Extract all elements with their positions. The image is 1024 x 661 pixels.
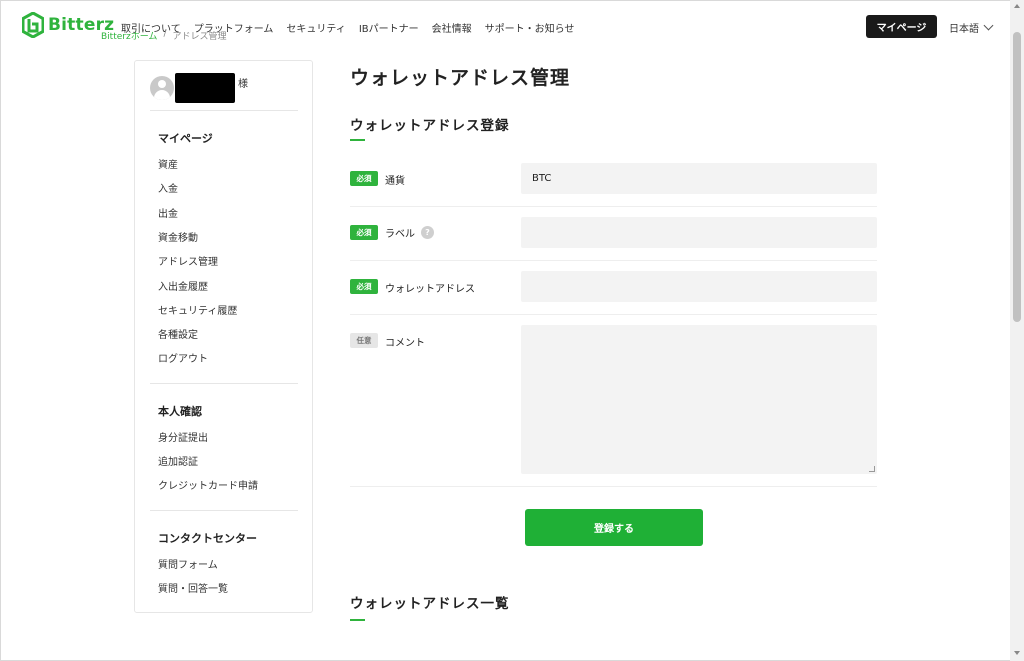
wallet-address-label-text: ウォレットアドレス (385, 284, 475, 295)
sidebar-item-withdraw[interactable]: 出金 (158, 205, 178, 220)
breadcrumb-current: アドレス管理 (172, 32, 227, 42)
language-label: 日本語 (949, 24, 979, 35)
required-badge: 必須 (350, 225, 378, 240)
breadcrumb-separator: / (163, 29, 167, 39)
currency-label-text: 通貨 (385, 176, 405, 187)
sidebar-section-contact: コンタクトセンター (158, 532, 257, 545)
page-scrollbar[interactable] (1010, 0, 1024, 661)
resize-handle-icon[interactable] (869, 466, 875, 472)
sidebar-item-settings[interactable]: 各種設定 (158, 326, 198, 341)
sidebar-item-security-history[interactable]: セキュリティ履歴 (158, 302, 237, 317)
required-badge: 必須 (350, 171, 378, 186)
row-divider (350, 486, 877, 487)
help-icon[interactable]: ? (421, 226, 434, 239)
breadcrumb-home-link[interactable]: Bitterzホーム (101, 29, 157, 42)
sidebar-item-qa-list[interactable]: 質問・回答一覧 (158, 580, 228, 595)
sidebar-item-credit-card[interactable]: クレジットカード申請 (158, 477, 258, 492)
sidebar-item-deposit[interactable]: 入金 (158, 180, 178, 195)
currency-row: 必須 通貨 BTC (350, 163, 877, 194)
nav-item-support[interactable]: サポート・お知らせ (485, 20, 575, 35)
row-divider (350, 206, 877, 207)
sidebar-item-logout[interactable]: ログアウト (158, 350, 208, 365)
sidebar-item-assets[interactable]: 資産 (158, 156, 178, 171)
language-selector[interactable]: 日本語 (949, 20, 994, 35)
user-info: 様 (150, 73, 300, 105)
section-accent (350, 619, 365, 621)
sidebar-item-transaction-history[interactable]: 入出金履歴 (158, 278, 208, 293)
currency-value: BTC (532, 173, 552, 184)
scroll-up-icon[interactable] (1014, 4, 1020, 8)
register-button[interactable]: 登録する (525, 509, 703, 546)
comment-textarea[interactable] (521, 325, 877, 474)
sidebar-section-identity: 本人確認 (158, 405, 202, 418)
site-header: Bitterz 取引について プラットフォーム セキュリティ IBパートナー 会… (0, 0, 1010, 52)
bitterz-logo-icon (22, 12, 44, 38)
nav-item-company[interactable]: 会社情報 (432, 20, 472, 35)
row-divider (350, 260, 877, 261)
row-divider (350, 314, 877, 315)
sidebar-divider (150, 510, 298, 511)
mypage-button[interactable]: マイページ (866, 15, 937, 38)
label-field-label-text: ラベル (385, 229, 415, 240)
page-title: ウォレットアドレス管理 (350, 67, 571, 89)
comment-label: コメント (385, 334, 425, 349)
section-accent (350, 139, 365, 141)
scroll-thumb[interactable] (1013, 32, 1021, 322)
label-input[interactable] (521, 217, 877, 248)
register-section-title: ウォレットアドレス登録 (350, 118, 510, 134)
user-honorific: 様 (238, 79, 248, 90)
nav-item-security[interactable]: セキュリティ (286, 20, 345, 35)
label-row: 必須 ラベル ? (350, 217, 877, 248)
breadcrumb: Bitterzホーム / アドレス管理 (101, 29, 227, 42)
wallet-address-row: 必須 ウォレットアドレス (350, 271, 877, 302)
label-field-label: ラベル ? (385, 225, 434, 240)
comment-row: 任意 コメント (350, 325, 877, 474)
sidebar-divider (150, 110, 298, 111)
comment-label-text: コメント (385, 338, 425, 349)
sidebar-item-address-management[interactable]: アドレス管理 (158, 253, 218, 268)
wallet-address-input[interactable] (521, 271, 877, 302)
required-badge: 必須 (350, 279, 378, 294)
sidebar-item-id-submission[interactable]: 身分証提出 (158, 429, 208, 444)
list-section-title: ウォレットアドレス一覧 (350, 596, 510, 612)
account-sidebar: 様 マイページ 資産 入金 出金 資金移動 アドレス管理 入出金履歴 セキュリテ… (134, 60, 313, 613)
wallet-address-label: ウォレットアドレス (385, 280, 475, 295)
sidebar-item-question-form[interactable]: 質問フォーム (158, 556, 218, 571)
sidebar-divider (150, 383, 298, 384)
scroll-down-icon[interactable] (1014, 651, 1020, 655)
currency-label: 通貨 (385, 172, 405, 187)
optional-badge: 任意 (350, 333, 378, 348)
sidebar-section-mypage: マイページ (158, 132, 213, 145)
avatar-icon (150, 76, 174, 100)
redacted-username (175, 73, 235, 103)
sidebar-item-additional-auth[interactable]: 追加認証 (158, 453, 198, 468)
sidebar-item-transfer[interactable]: 資金移動 (158, 229, 198, 244)
nav-item-ib-partner[interactable]: IBパートナー (359, 20, 419, 35)
chevron-down-icon (983, 20, 994, 31)
currency-select[interactable]: BTC (521, 163, 877, 194)
